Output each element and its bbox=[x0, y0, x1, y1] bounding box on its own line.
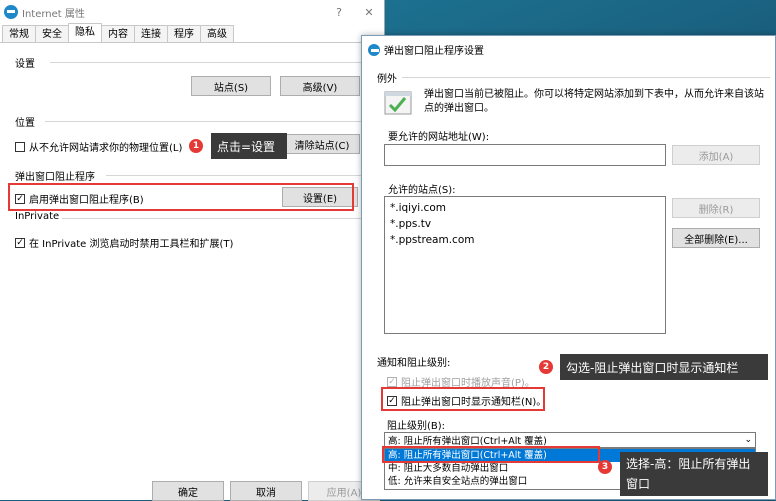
annotation-2-callout: 勾选-阻止弹出窗口时显示通知栏 bbox=[560, 354, 768, 380]
inprivate-divider bbox=[62, 218, 378, 219]
list-item[interactable]: *.pps.tv bbox=[390, 216, 660, 232]
tab-security[interactable]: 安全 bbox=[35, 25, 69, 42]
popup-divider bbox=[106, 175, 378, 176]
allowed-sites-label: 允许的站点(S): bbox=[388, 185, 456, 196]
remove-all-button[interactable]: 全部删除(E)... bbox=[672, 228, 760, 248]
dialog-title: 弹出窗口阻止程序设置 bbox=[384, 46, 484, 57]
inprivate-group-label: InPrivate bbox=[15, 211, 60, 222]
annotation-1-number: 1 bbox=[189, 139, 203, 153]
tab-strip: 常规 安全 隐私 内容 连接 程序 高级 bbox=[2, 23, 234, 42]
annotation-3-number: 3 bbox=[598, 460, 612, 474]
internet-options-window: Internet 属性 ? ✕ 常规 安全 隐私 内容 连接 程序 高级 设置 … bbox=[0, 0, 385, 501]
highlight-popup-row bbox=[8, 183, 354, 211]
tab-content[interactable]: 内容 bbox=[101, 25, 135, 42]
tab-connections[interactable]: 连接 bbox=[134, 25, 168, 42]
list-item[interactable]: *.ppstream.com bbox=[390, 232, 660, 248]
dialog-title-bar: 弹出窗口阻止程序设置 bbox=[368, 42, 484, 57]
settings-group-label: 设置 bbox=[15, 59, 35, 70]
address-input[interactable] bbox=[384, 144, 666, 166]
annotation-1-callout: 点击=设置 bbox=[211, 133, 287, 159]
highlight-high-option bbox=[382, 446, 600, 463]
popup-blocker-dialog: 弹出窗口阻止程序设置 例外 弹出窗口当前已被阻止。你可以将特定网站添加到下表中，… bbox=[361, 35, 776, 500]
location-group-label: 位置 bbox=[15, 118, 35, 129]
list-item[interactable]: *.iqiyi.com bbox=[390, 200, 660, 216]
tab-programs[interactable]: 程序 bbox=[167, 25, 201, 42]
clear-sites-button[interactable]: 清除站点(C) bbox=[284, 134, 360, 154]
exceptions-description: 弹出窗口当前已被阻止。你可以将特定网站添加到下表中，从而允许来自该站点的弹出窗口… bbox=[424, 89, 764, 114]
tab-privacy[interactable]: 隐私 bbox=[68, 23, 102, 42]
window-title: Internet 属性 bbox=[22, 8, 85, 20]
location-divider bbox=[45, 121, 378, 122]
block-level-selected: 高: 阻止所有弹出窗口(Ctrl+Alt 覆盖) bbox=[388, 436, 547, 447]
chevron-down-icon: ⌄ bbox=[744, 435, 752, 445]
address-label: 要允许的网站地址(W): bbox=[388, 132, 490, 143]
close-button[interactable]: ✕ bbox=[354, 6, 384, 19]
cancel-button[interactable]: 取消 bbox=[230, 481, 302, 501]
annotation-3-callout: 选择-高：阻止所有弹出窗口 bbox=[620, 452, 768, 496]
location-checkbox[interactable] bbox=[15, 141, 25, 152]
ok-button[interactable]: 确定 bbox=[152, 481, 224, 501]
inprivate-checkbox-label: 在 InPrivate 浏览启动时禁用工具栏和扩展(T) bbox=[29, 239, 234, 250]
location-checkbox-label: 从不允许网站请求你的物理位置(L) bbox=[29, 143, 183, 154]
tab-advanced[interactable]: 高级 bbox=[200, 25, 234, 42]
annotation-2-number: 2 bbox=[539, 360, 553, 374]
location-checkbox-row[interactable]: 从不允许网站请求你的物理位置(L) bbox=[15, 139, 182, 154]
sites-button[interactable]: 站点(S) bbox=[191, 76, 271, 96]
inprivate-checkbox-row[interactable]: 在 InPrivate 浏览启动时禁用工具栏和扩展(T) bbox=[15, 235, 233, 250]
title-bar: Internet 属性 ? ✕ bbox=[0, 0, 384, 24]
ie-icon bbox=[4, 5, 18, 19]
advanced-button[interactable]: 高级(V) bbox=[280, 76, 360, 96]
settings-divider bbox=[50, 62, 378, 63]
help-button[interactable]: ? bbox=[324, 6, 354, 19]
inprivate-checkbox[interactable] bbox=[15, 237, 25, 248]
allowed-sites-list[interactable]: *.iqiyi.com *.pps.tv *.ppstream.com bbox=[384, 196, 666, 334]
add-button[interactable]: 添加(A) bbox=[672, 145, 760, 165]
highlight-notify-row bbox=[381, 387, 545, 411]
sound-checkbox[interactable] bbox=[387, 376, 397, 387]
popup-window-icon bbox=[384, 91, 412, 115]
exceptions-group-label: 例外 bbox=[377, 74, 397, 85]
tab-general[interactable]: 常规 bbox=[2, 25, 36, 42]
remove-button[interactable]: 删除(R) bbox=[672, 198, 760, 218]
exceptions-divider bbox=[402, 77, 770, 78]
popup-group-label: 弹出窗口阻止程序 bbox=[15, 172, 95, 183]
privacy-panel: 设置 站点(S) 高级(V) 位置 从不允许网站请求你的物理位置(L) 清除站点… bbox=[0, 42, 385, 501]
notify-group-label: 通知和阻止级别: bbox=[377, 358, 451, 369]
level-label: 阻止级别(B): bbox=[387, 421, 446, 432]
ie-icon bbox=[368, 43, 380, 56]
